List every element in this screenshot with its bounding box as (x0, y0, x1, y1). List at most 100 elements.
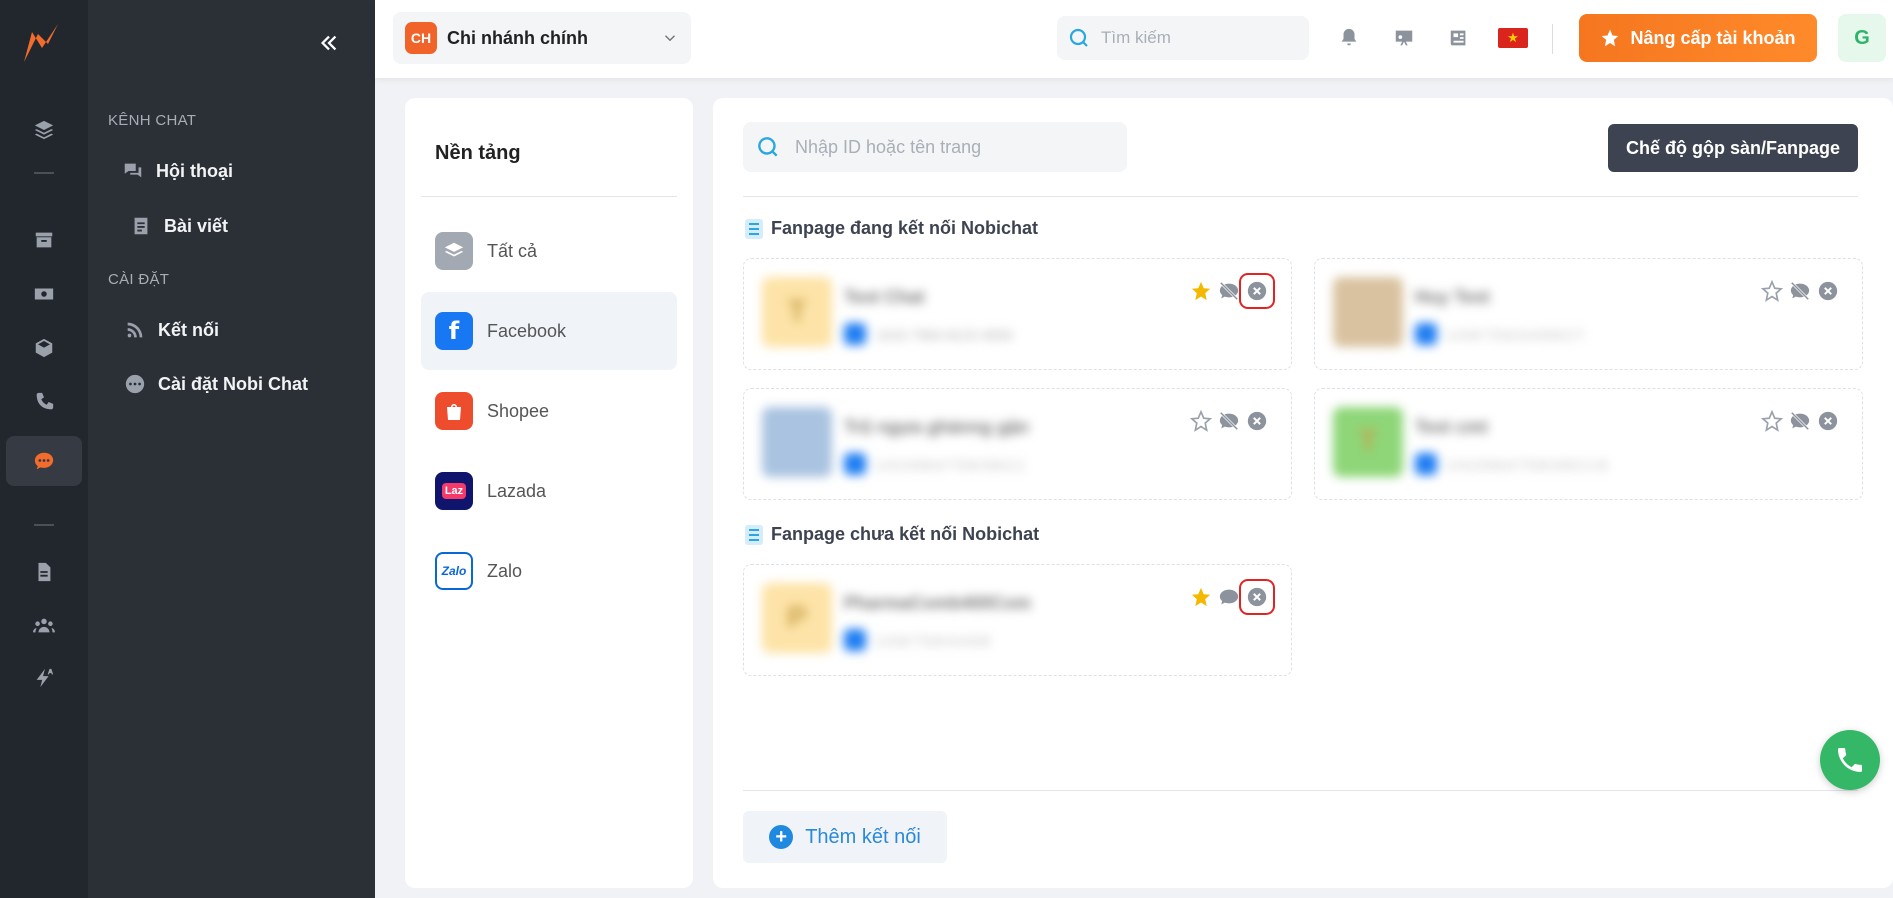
remove-close-icon[interactable] (1239, 273, 1275, 309)
branch-selector[interactable]: CH Chi nhánh chính (393, 12, 691, 64)
phone-icon (1838, 748, 1862, 772)
chat-icon[interactable] (6, 436, 82, 486)
fanpage-actions (1760, 409, 1840, 433)
fanpage-info: T Test cmt 1 0 2 9 8 4 7 5 6 3 8 2 1 9 (1333, 407, 1613, 483)
chat-bubbles-icon (124, 163, 142, 178)
fanpage-avatar (762, 407, 832, 477)
menu-section-settings: CÀI ĐẶT (108, 271, 170, 288)
more-dots-icon (125, 374, 145, 394)
automation-icon[interactable] (22, 656, 66, 700)
bell-icon[interactable] (1335, 24, 1363, 52)
remove-close-icon[interactable] (1816, 279, 1840, 303)
layers-icon[interactable] (22, 108, 66, 152)
fanpage-name: PharmaComb400Com (844, 593, 1032, 613)
merge-mode-button[interactable]: Chế độ gộp sàn/Fanpage (1608, 124, 1858, 172)
facebook-icon (844, 323, 866, 345)
page-search (743, 122, 1127, 172)
icon-rail (0, 0, 88, 898)
fanpage-name: Test cmt (1415, 417, 1488, 437)
search-icon (1069, 28, 1088, 47)
fanpage-info: Huy Test 1 0 8 7 5 6 3 4 9 8 2 7 (1333, 277, 1613, 353)
section-connected-title: Fanpage đang kết nối Nobichat (745, 218, 1038, 239)
chat-hidden-icon[interactable] (1788, 279, 1812, 303)
fanpage-card[interactable]: P PharmaComb400Com 1 0 8 7 5 6 3 4 9 8 (743, 564, 1292, 676)
platform-title: Nền tảng (435, 142, 521, 164)
fanpage-id: 1 0 2 9 8 4 7 5 6 3 8 2 1 (876, 457, 1024, 473)
rss-icon (127, 322, 143, 338)
chat-icon[interactable] (1217, 585, 1241, 609)
menu-item-conversations[interactable]: Hội thoại (122, 151, 233, 191)
plus-circle-icon: + (769, 825, 794, 849)
lazada-icon: Laz (435, 472, 473, 510)
fanpage-card[interactable]: T Test Chat 1015 7564 8123 4509 (743, 258, 1292, 370)
language-flag-icon[interactable]: ★ (1498, 28, 1528, 48)
fanpage-id: 1 0 8 7 5 6 3 4 9 8 (876, 633, 989, 649)
platform-item-facebook[interactable]: f Facebook (421, 292, 677, 370)
star-outline-icon[interactable] (1760, 409, 1784, 433)
add-connection-button[interactable]: + Thêm kết nối (743, 811, 947, 863)
branch-name: Chi nhánh chính (447, 27, 588, 48)
fanpage-actions (1189, 273, 1275, 309)
platform-item-all[interactable]: Tất cả (421, 212, 677, 290)
presentation-icon[interactable] (1390, 24, 1418, 52)
platform-item-zalo[interactable]: Zalo Zalo (421, 532, 677, 610)
branch-badge: CH (405, 22, 437, 54)
phone-support-button[interactable] (1820, 730, 1880, 790)
fanpage-id: 1015 7564 8123 4509 (876, 327, 1013, 343)
fanpage-avatar: T (762, 277, 832, 347)
search-icon (758, 137, 778, 157)
fanpage-card[interactable]: T Test cmt 1 0 2 9 8 4 7 5 6 3 8 2 1 9 (1314, 388, 1863, 500)
chat-hidden-icon[interactable] (1217, 409, 1241, 433)
notepad-icon (134, 217, 148, 235)
logo-icon[interactable] (18, 18, 70, 70)
fanpage-avatar (1333, 277, 1403, 347)
fanpage-info: T Test Chat 1015 7564 8123 4509 (762, 277, 1042, 353)
menu-item-posts[interactable]: Bài viết (130, 206, 228, 246)
layers-icon (435, 232, 473, 270)
header-search-input[interactable] (1101, 28, 1281, 48)
star-outline-icon[interactable] (1760, 279, 1784, 303)
star-filled-icon[interactable] (1189, 585, 1213, 609)
remove-close-icon[interactable] (1816, 409, 1840, 433)
facebook-icon: f (435, 312, 473, 350)
top-header: CH Chi nhánh chính ★ Nâng cấp tài khoản … (375, 0, 1893, 78)
star-filled-icon[interactable] (1189, 279, 1213, 303)
header-search (1057, 16, 1309, 60)
facebook-icon (1415, 453, 1437, 475)
platform-item-lazada[interactable]: Laz Lazada (421, 452, 677, 530)
list-doc-icon (745, 524, 763, 545)
chat-hidden-icon[interactable] (1217, 279, 1241, 303)
section-not-connected-title: Fanpage chưa kết nối Nobichat (745, 524, 1039, 545)
fanpage-panel: Chế độ gộp sàn/Fanpage Fanpage đang kết … (713, 98, 1893, 888)
zalo-icon: Zalo (435, 552, 473, 590)
users-icon[interactable] (22, 604, 66, 648)
platform-panel: Nền tảng Tất cả f Facebook Shopee Laz La… (405, 98, 693, 888)
fanpage-name: Huy Test (1415, 287, 1490, 307)
user-avatar[interactable]: G (1838, 14, 1886, 62)
fanpage-avatar: T (1333, 407, 1403, 477)
fanpage-info: Trộ ngựa ghánng gặn 1 0 2 9 8 4 7 5 6 3 8… (762, 407, 1042, 483)
document-icon[interactable] (22, 550, 66, 594)
box-icon[interactable] (22, 326, 66, 370)
chat-hidden-icon[interactable] (1788, 409, 1812, 433)
star-icon (1602, 29, 1619, 47)
money-icon[interactable] (22, 272, 66, 316)
menu-item-connections[interactable]: Kết nối (124, 310, 219, 350)
news-icon[interactable] (1445, 24, 1473, 52)
star-outline-icon[interactable] (1189, 409, 1213, 433)
fanpage-actions (1760, 279, 1840, 303)
remove-close-icon[interactable] (1245, 409, 1269, 433)
chevron-down-icon (664, 35, 676, 42)
shopee-icon (435, 392, 473, 430)
upgrade-account-button[interactable]: Nâng cấp tài khoản (1579, 14, 1817, 62)
phone-call-icon[interactable] (22, 380, 66, 424)
archive-icon[interactable] (22, 218, 66, 262)
platform-item-shopee[interactable]: Shopee (421, 372, 677, 450)
fanpage-card[interactable]: Trộ ngựa ghánng gặn 1 0 2 9 8 4 7 5 6 3 8… (743, 388, 1292, 500)
facebook-icon (844, 629, 866, 651)
collapse-sidebar-button[interactable] (314, 28, 344, 58)
remove-close-icon[interactable] (1239, 579, 1275, 615)
menu-item-nobichat-settings[interactable]: Cài đặt Nobi Chat (124, 364, 308, 404)
fanpage-card[interactable]: Huy Test 1 0 8 7 5 6 3 4 9 8 2 7 (1314, 258, 1863, 370)
page-search-input[interactable] (795, 136, 1095, 158)
